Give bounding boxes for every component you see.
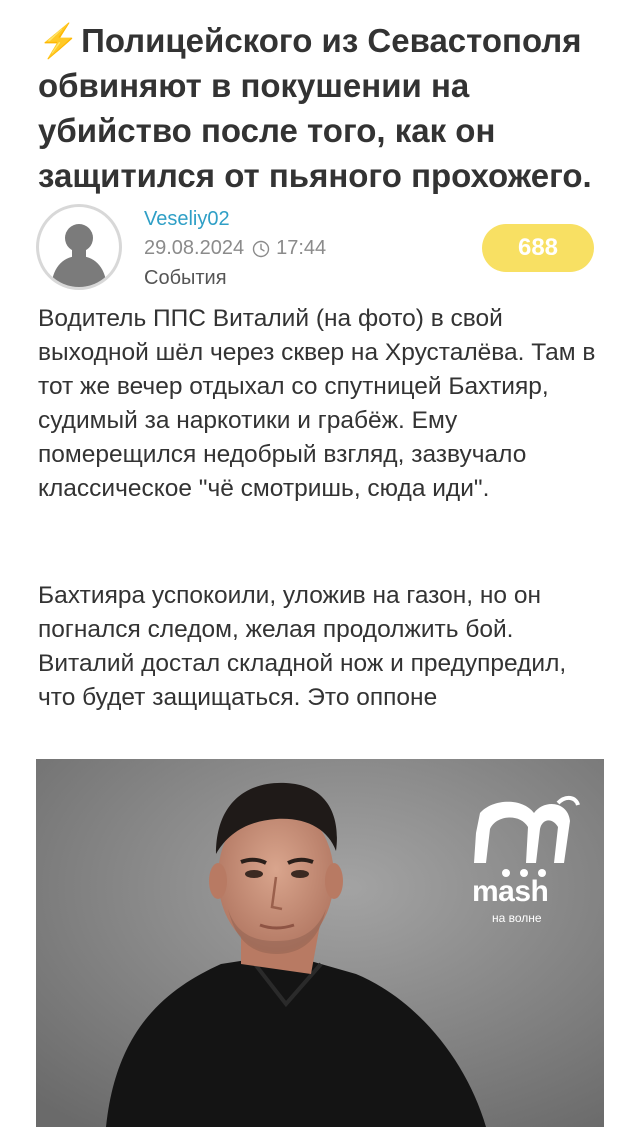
article-paragraph-2: Бахтияра успокоили, уложив на газон, но … — [38, 582, 567, 711]
article-paragraph-1: Водитель ППС Виталий (на фото) в свой вы… — [38, 305, 596, 502]
article-headline: ⚡Полицейского из Севастополя обвиняют в … — [38, 18, 618, 198]
article: ⚡Полицейского из Севастополя обвиняют в … — [0, 0, 640, 1127]
headline-text: Полицейского из Севастополя обвиняют в п… — [38, 22, 592, 194]
mash-logo-icon — [474, 796, 580, 877]
views-badge: 688 — [482, 224, 594, 272]
post-date: 29.08.2024 — [144, 237, 245, 259]
mash-watermark: mash на волне — [462, 793, 582, 943]
post-meta: 29.08.2024 17:44 — [144, 237, 326, 260]
author-block: Veseliy02 29.08.2024 17:44 События 688 — [36, 204, 606, 296]
clock-icon — [252, 240, 270, 258]
post-category-link[interactable]: События — [144, 267, 227, 290]
author-name-link[interactable]: Veseliy02 — [144, 208, 230, 231]
lightning-icon: ⚡ — [38, 22, 80, 59]
post-time: 17:44 — [276, 237, 327, 259]
watermark-subtitle: на волне — [492, 911, 542, 925]
watermark-brand: mash — [472, 875, 549, 908]
user-avatar-icon[interactable] — [36, 204, 122, 290]
article-photo[interactable]: mash на волне — [36, 759, 604, 1127]
